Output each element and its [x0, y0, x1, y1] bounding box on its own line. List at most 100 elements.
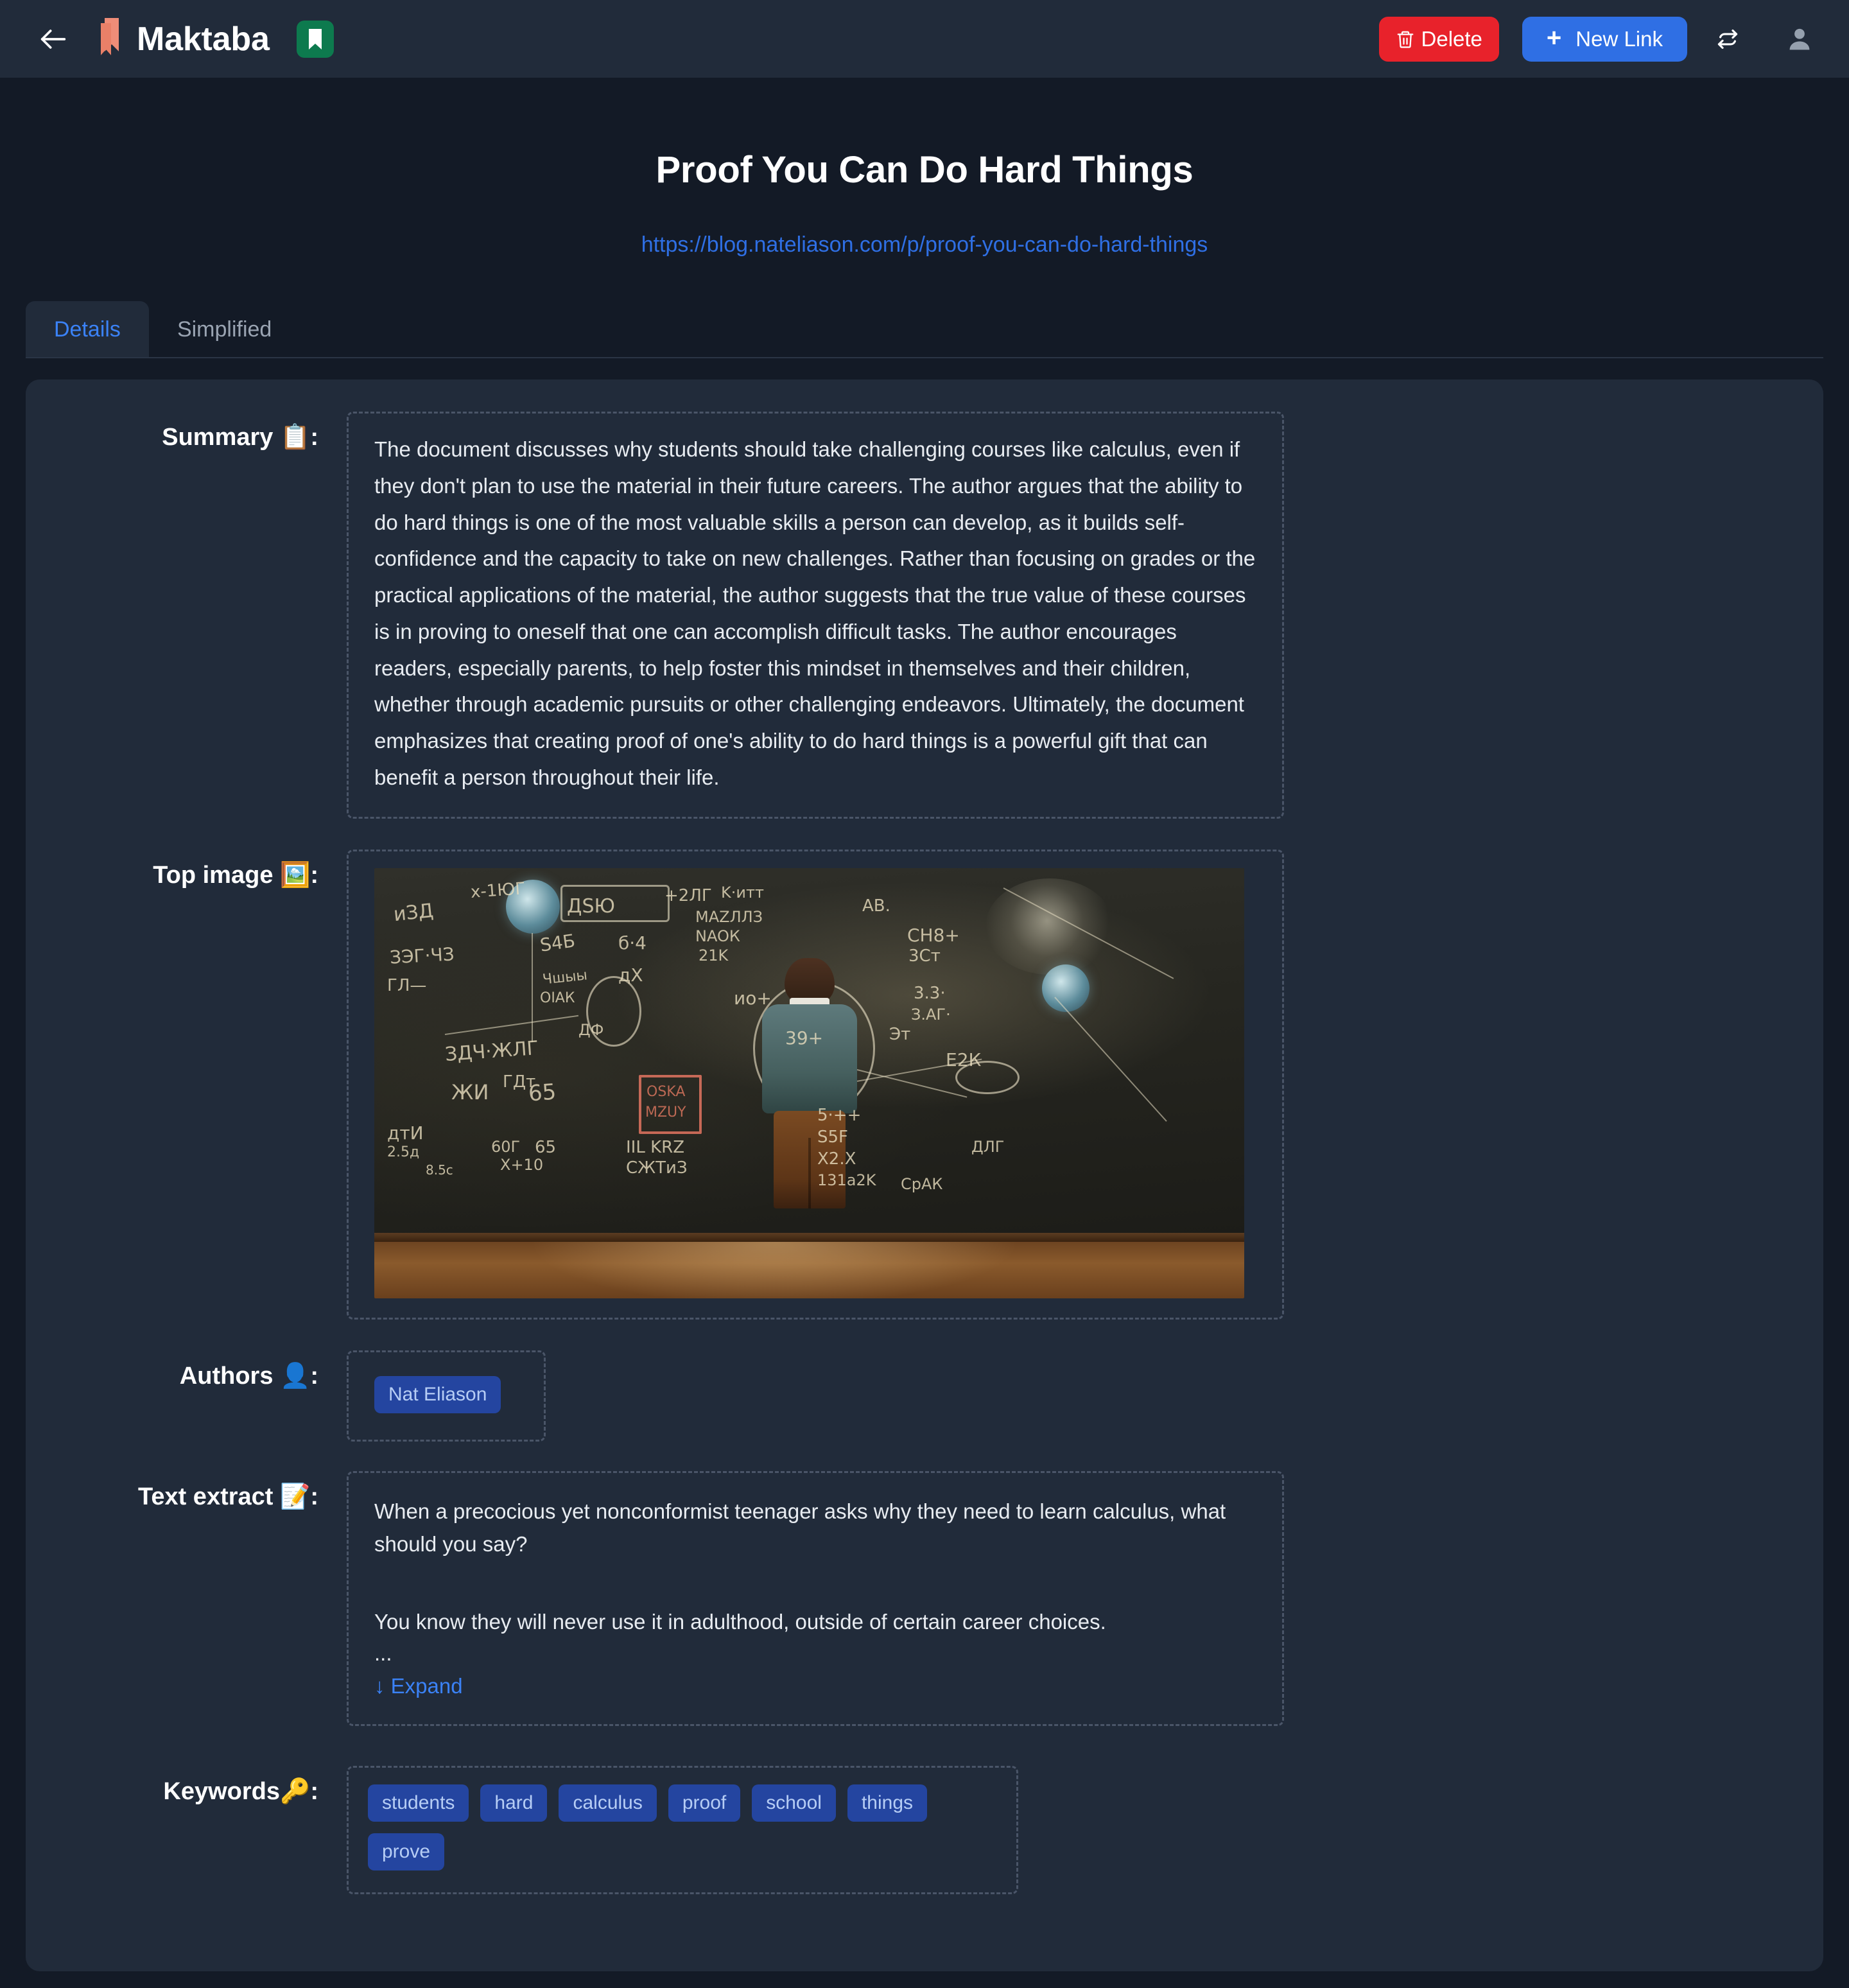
- chalk-text: СрАК: [901, 1174, 943, 1193]
- chalk-text: АВ.: [862, 896, 890, 916]
- tab-details[interactable]: Details: [26, 301, 149, 357]
- new-link-button-label: New Link: [1576, 26, 1663, 51]
- chalk-text: Чшыы: [541, 966, 589, 988]
- summary-text: The document discusses why students shou…: [374, 437, 1256, 789]
- chalk-text: S4Б: [538, 929, 577, 956]
- summary-box: The document discusses why students shou…: [347, 412, 1284, 819]
- text-extract-row: Text extract 📝: When a precocious yet no…: [26, 1470, 1823, 1727]
- summary-row: Summary 📋: The document discusses why st…: [26, 412, 1823, 819]
- text-extract-box: When a precocious yet nonconformist teen…: [347, 1470, 1284, 1727]
- keyword-chip[interactable]: school: [752, 1784, 836, 1822]
- delete-button[interactable]: Delete: [1378, 16, 1499, 62]
- memo-icon: 📝: [280, 1481, 311, 1510]
- chalk-text: 65: [527, 1079, 557, 1106]
- chalk-text: +2ЛГ: [664, 885, 712, 905]
- chalk-text: иЗД: [392, 899, 435, 926]
- chalk-text: 60Г: [491, 1137, 521, 1156]
- keywords-label-text: Keywords: [163, 1778, 281, 1806]
- refresh-button[interactable]: [1704, 15, 1751, 63]
- keyword-chip[interactable]: students: [368, 1784, 469, 1822]
- top-image-row: Top image 🖼️: OSKA MZUY иЗД ЗЭГ·ЧЗ ГЛ— З…: [26, 849, 1823, 1320]
- chalk-line: [1054, 996, 1167, 1122]
- top-image-label-text: Top image: [153, 861, 273, 889]
- top-image-box: OSKA MZUY иЗД ЗЭГ·ЧЗ ГЛ— ЗДЧ·ЖЛГ ГДт ЖИ …: [347, 849, 1284, 1320]
- clipboard-icon: 📋: [280, 423, 311, 451]
- authors-label: Authors 👤:: [26, 1350, 347, 1392]
- authors-label-text: Authors: [179, 1362, 273, 1390]
- chalk-text: б·4: [618, 932, 647, 954]
- expand-link[interactable]: ↓ Expand: [374, 1674, 463, 1698]
- chalk-text: 8.5с: [426, 1162, 453, 1178]
- chalk-text: NAOК: [695, 927, 740, 945]
- chalk-text: ДЛГ: [971, 1137, 1005, 1156]
- chalk-text: 21K: [699, 946, 729, 964]
- figure-torso: [761, 1004, 857, 1113]
- chalk-text: ЗДЧ·ЖЛГ: [444, 1036, 539, 1066]
- truncation-ellipsis: ...: [374, 1641, 392, 1665]
- top-image-thumbnail[interactable]: OSKA MZUY иЗД ЗЭГ·ЧЗ ГЛ— ЗДЧ·ЖЛГ ГДт ЖИ …: [374, 868, 1244, 1298]
- chalkboard-surface: OSKA MZUY иЗД ЗЭГ·ЧЗ ГЛ— ЗДЧ·ЖЛГ ГДт ЖИ …: [374, 868, 1244, 1242]
- chalk-text: OІAК: [540, 990, 575, 1006]
- top-image-label-colon: :: [310, 861, 318, 889]
- chalk-line: [444, 1015, 579, 1035]
- page-title: Proof You Can Do Hard Things: [655, 149, 1194, 191]
- chalk-text: дтИ: [387, 1122, 424, 1144]
- chalk-text: З.АГ·: [911, 1005, 951, 1024]
- chalk-text: 2.5д: [387, 1144, 420, 1160]
- chalk-spray-blob: [985, 878, 1114, 975]
- details-panel: Summary 📋: The document discusses why st…: [26, 379, 1823, 1972]
- chalk-text: K·итт: [721, 883, 764, 902]
- chalk-line: [532, 932, 533, 1042]
- authors-row: Authors 👤: Nat Eliason: [26, 1350, 1823, 1442]
- chalk-text: Эт: [889, 1024, 911, 1044]
- source-url-link[interactable]: https://blog.nateliason.com/p/proof-you-…: [641, 232, 1208, 257]
- trash-icon: [1397, 31, 1413, 48]
- keyword-chip[interactable]: things: [847, 1784, 928, 1822]
- chalk-text: MAZЛЛЗ: [695, 907, 763, 926]
- keywords-label-colon: :: [310, 1778, 318, 1806]
- chalk-text: 65: [535, 1137, 557, 1157]
- top-navigation-bar: Maktaba Delete + New Link: [0, 0, 1849, 78]
- chalk-box-highlight: [639, 1074, 702, 1134]
- user-icon: [1789, 28, 1810, 49]
- figure-legs: [773, 1110, 846, 1208]
- refresh-icon: [1717, 29, 1738, 49]
- text-extract-paragraph-1: When a precocious yet nonconformist teen…: [374, 1499, 1226, 1556]
- chalk-circle: [586, 975, 641, 1047]
- chalk-text: ІІL KRZ: [626, 1137, 685, 1157]
- plus-icon: +: [1546, 23, 1562, 52]
- chalk-text: ГЛ—: [387, 975, 427, 995]
- tab-simplified[interactable]: Simplified: [149, 301, 300, 357]
- bookmark-icon: [308, 28, 322, 49]
- keywords-box: students hard calculus proof school thin…: [347, 1766, 1018, 1895]
- keywords-label: Keywords🔑:: [26, 1766, 347, 1808]
- summary-label: Summary 📋:: [26, 412, 347, 453]
- framed-picture-icon: 🖼️: [280, 860, 311, 889]
- chalk-ellipse: [955, 1060, 1020, 1094]
- new-link-button[interactable]: + New Link: [1522, 16, 1687, 62]
- summary-label-text: Summary: [162, 424, 273, 451]
- student-figure: [761, 957, 858, 1208]
- arrow-left-icon: [40, 29, 66, 49]
- chalk-text: CH8+: [907, 924, 960, 946]
- brand-title: Maktaba: [137, 20, 270, 58]
- chalk-text: 3.3·: [914, 983, 946, 1003]
- keyword-chip[interactable]: prove: [368, 1833, 445, 1871]
- floor: [374, 1241, 1244, 1298]
- chalkboard-rail: [374, 1232, 1244, 1242]
- topbar-actions: Delete + New Link: [1378, 15, 1823, 63]
- maktaba-logo-icon: [98, 17, 123, 60]
- keyword-chip[interactable]: hard: [480, 1784, 548, 1822]
- authors-label-colon: :: [310, 1362, 318, 1390]
- keyword-chip[interactable]: calculus: [559, 1784, 657, 1822]
- account-button[interactable]: [1776, 15, 1823, 63]
- bookmark-button[interactable]: [296, 20, 334, 58]
- keywords-row: Keywords🔑: students hard calculus proof …: [26, 1766, 1823, 1895]
- authors-box: Nat Eliason: [347, 1350, 546, 1442]
- author-badge[interactable]: Nat Eliason: [374, 1375, 501, 1413]
- text-extract-label: Text extract 📝:: [26, 1471, 347, 1513]
- keyword-chip[interactable]: proof: [668, 1784, 741, 1822]
- back-button[interactable]: [35, 21, 71, 57]
- top-image-label: Top image 🖼️:: [26, 850, 347, 891]
